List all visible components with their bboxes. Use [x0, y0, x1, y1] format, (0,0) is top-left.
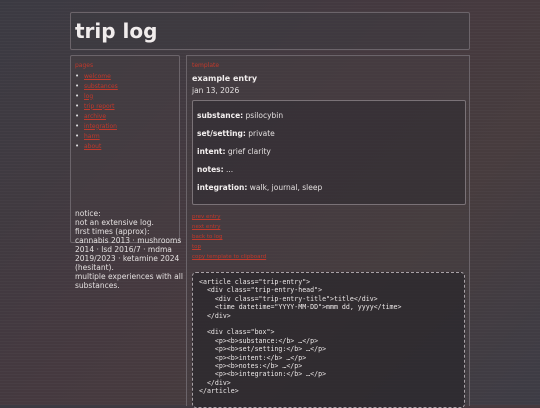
- field-value: grief clarity: [227, 147, 271, 156]
- field-intent: intent: grief clarity: [197, 147, 271, 156]
- nav-link-log[interactable]: log: [84, 92, 93, 101]
- notice-line: 2014 · lsd 2016/7 · mdma: [75, 245, 172, 254]
- sidebar: pages • welcome • substances • log • trip re…: [70, 55, 183, 290]
- site-title[interactable]: trip log: [75, 19, 157, 43]
- main-content: template example entry jan 13, 2026 subs…: [186, 55, 470, 408]
- template-code-block[interactable]: <article class="trip-entry"> <div class=…: [192, 272, 465, 408]
- bullet-icon: •: [75, 81, 80, 90]
- field-notes: notes: ...: [197, 165, 233, 174]
- sidebar-nav: • welcome • substances • log • trip report •…: [75, 71, 118, 151]
- bullet-icon: •: [75, 131, 80, 140]
- field-value: ...: [226, 165, 234, 174]
- field-set-setting: set/setting: private: [197, 129, 275, 138]
- field-value: walk, journal, sleep: [249, 183, 323, 192]
- field-key: notes:: [197, 165, 224, 174]
- field-key: set/setting:: [197, 129, 246, 138]
- notice-block: notice: not an extensive log. first time…: [75, 209, 183, 290]
- nav-item-archive: • archive: [75, 111, 118, 121]
- main-heading: template: [192, 62, 220, 69]
- nav-item-substances: • substances: [75, 81, 118, 91]
- bullet-icon: •: [75, 91, 80, 100]
- field-integration: integration: walk, journal, sleep: [197, 183, 322, 192]
- nav-link-trip-report[interactable]: trip report: [84, 102, 115, 111]
- bullet-icon: •: [75, 71, 80, 80]
- nav-item-harm: • harm: [75, 131, 118, 141]
- sidebar-heading: pages: [75, 62, 94, 69]
- nav-link-about[interactable]: about: [84, 142, 101, 151]
- notice-line: notice:: [75, 209, 101, 218]
- field-value: psilocybin: [245, 111, 284, 120]
- nav-item-integration: • integration: [75, 121, 118, 131]
- notice-line: substances.: [75, 281, 120, 290]
- field-key: integration:: [197, 183, 248, 192]
- nav-item-about: • about: [75, 141, 118, 151]
- notice-line: first times (approx):: [75, 227, 150, 236]
- entry-title: example entry: [192, 74, 258, 83]
- notice-line: multiple experiences with all: [75, 272, 183, 281]
- nav-link-harm[interactable]: harm: [84, 132, 100, 141]
- field-key: substance:: [197, 111, 244, 120]
- nav-link-welcome[interactable]: welcome: [84, 72, 111, 81]
- bullet-icon: •: [75, 121, 80, 130]
- back-to-log-link[interactable]: back to log: [192, 232, 266, 242]
- top-link[interactable]: top: [192, 242, 266, 252]
- bullet-icon: •: [75, 111, 80, 120]
- entry-date: jan 13, 2026: [192, 86, 240, 95]
- notice-line: not an extensive log.: [75, 218, 154, 227]
- next-entry-link[interactable]: next entry: [192, 222, 266, 232]
- nav-link-integration[interactable]: integration: [84, 122, 117, 131]
- field-key: intent:: [197, 147, 226, 156]
- field-value: private: [248, 129, 275, 138]
- entry-box: substance: psilocybin set/setting: priva…: [192, 100, 466, 205]
- site-header: trip log: [70, 12, 470, 50]
- nav-link-archive[interactable]: archive: [84, 112, 106, 121]
- copy-template-link[interactable]: copy template to clipboard: [192, 252, 266, 262]
- bullet-icon: •: [75, 141, 80, 150]
- nav-item-trip-report: • trip report: [75, 101, 118, 111]
- bullet-icon: •: [75, 101, 80, 110]
- notice-line: 2019/2023 · ketamine 2024: [75, 254, 180, 263]
- prev-entry-link[interactable]: prev entry: [192, 212, 266, 222]
- nav-item-log: • log: [75, 91, 118, 101]
- nav-item-welcome: • welcome: [75, 71, 118, 81]
- notice-line: (hesitant).: [75, 263, 114, 272]
- nav-link-substances[interactable]: substances: [84, 82, 118, 91]
- notice-line: cannabis 2013 · mushrooms: [75, 236, 182, 245]
- field-substance: substance: psilocybin: [197, 111, 283, 120]
- entry-links: prev entry next entry back to log top co…: [192, 212, 266, 262]
- code-text: <article class="trip-entry"> <div class=…: [199, 278, 402, 396]
